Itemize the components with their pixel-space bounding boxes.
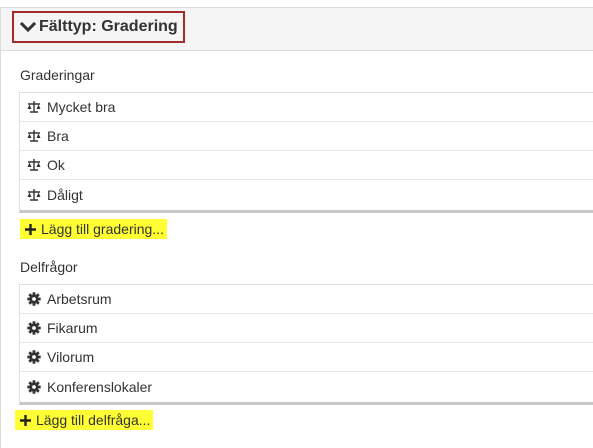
grading-item-label: Ok bbox=[47, 157, 65, 173]
grading-item-label: Bra bbox=[47, 128, 69, 144]
subquestions-list: Arbetsrum Fikarum Vilorum Konferenslokal… bbox=[19, 284, 593, 405]
balance-scale-icon bbox=[27, 130, 41, 142]
add-grading-label: Lägg till gradering... bbox=[41, 221, 164, 237]
add-subquestion-label: Lägg till delfråga... bbox=[36, 412, 151, 428]
grading-item[interactable]: Ok bbox=[20, 151, 593, 180]
gear-icon bbox=[27, 379, 41, 394]
subquestion-item-label: Vilorum bbox=[47, 349, 95, 365]
gradings-label: Graderingar bbox=[20, 67, 95, 83]
plus-icon bbox=[20, 414, 31, 426]
subquestion-item[interactable]: Konferenslokaler bbox=[20, 372, 593, 401]
grading-item[interactable]: Dåligt bbox=[20, 180, 593, 209]
grading-item-label: Mycket bra bbox=[47, 99, 116, 115]
grading-item-label: Dåligt bbox=[47, 186, 83, 203]
add-grading-link[interactable]: Lägg till gradering... bbox=[20, 219, 167, 239]
gear-icon bbox=[27, 292, 41, 306]
balance-scale-icon bbox=[27, 188, 41, 201]
panel-header: Fälttyp: Gradering bbox=[1, 8, 593, 51]
grading-item[interactable]: Mycket bra bbox=[20, 93, 593, 122]
add-subquestion-link[interactable]: Lägg till delfråga... bbox=[15, 410, 154, 430]
gear-icon bbox=[27, 350, 41, 364]
balance-scale-icon bbox=[27, 101, 41, 113]
subquestion-item[interactable]: Arbetsrum bbox=[20, 285, 593, 314]
subquestion-item-label: Arbetsrum bbox=[47, 291, 112, 307]
subquestion-item-label: Konferenslokaler bbox=[47, 378, 153, 395]
gradings-list: Mycket bra Bra Ok Dåligt bbox=[19, 92, 593, 213]
balance-scale-icon bbox=[27, 159, 41, 171]
panel-title: Fälttyp: Gradering bbox=[39, 18, 178, 35]
subquestions-label: Delfrågor bbox=[20, 259, 78, 275]
field-type-toggle[interactable]: Fälttyp: Gradering bbox=[12, 11, 185, 43]
gear-icon bbox=[27, 321, 41, 335]
subquestion-item[interactable]: Fikarum bbox=[20, 314, 593, 343]
plus-icon bbox=[25, 223, 36, 235]
chevron-down-icon bbox=[20, 21, 36, 33]
subquestion-item-label: Fikarum bbox=[47, 320, 98, 336]
grading-item[interactable]: Bra bbox=[20, 122, 593, 151]
subquestion-item[interactable]: Vilorum bbox=[20, 343, 593, 372]
